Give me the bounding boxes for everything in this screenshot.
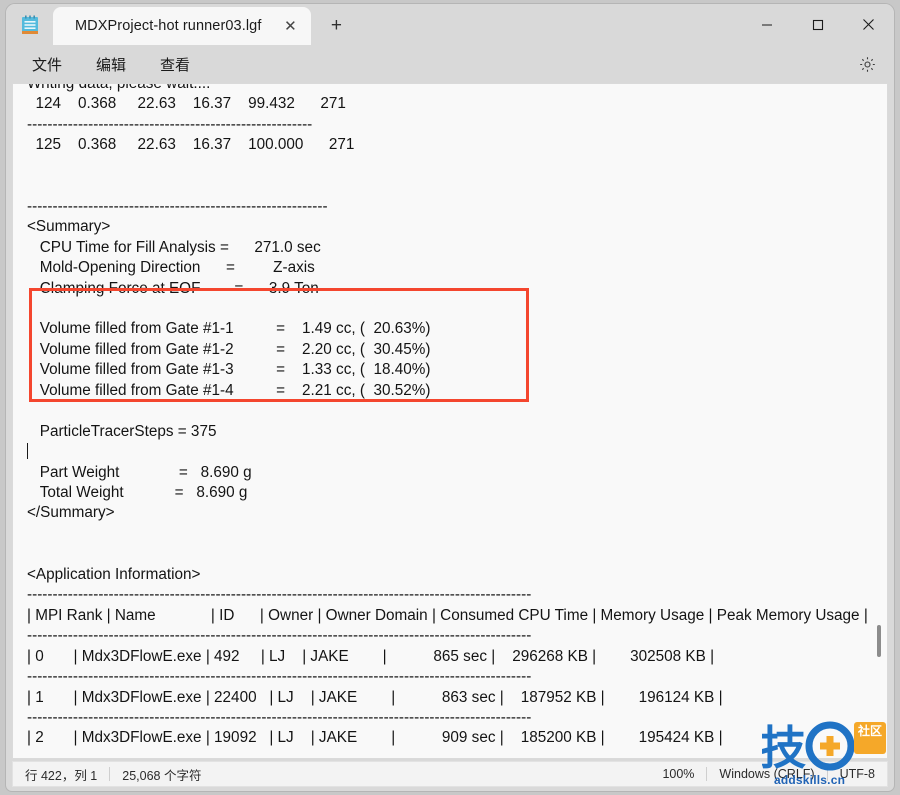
minimize-button[interactable] (741, 4, 792, 45)
notepad-window: MDXProject-hot runner03.lgf ✕ + 文件 编辑 查看 (6, 4, 894, 791)
text-editor-area[interactable]: Writing data, please wait.... 124 0.368 … (12, 83, 888, 759)
editor-line: ----------------------------------------… (27, 586, 532, 604)
menu-item-file[interactable]: 文件 (20, 50, 74, 79)
window-controls (741, 4, 894, 45)
status-bar: 行 422，列 1 25,068 个字符 100% Windows (CRLF)… (12, 761, 888, 787)
editor-line: Volume filled from Gate #1-2 = 2.20 cc, … (27, 340, 431, 358)
editor-line: | 2 | Mdx3DFlowE.exe | 19092 | LJ | JAKE… (27, 729, 723, 747)
menu-item-view[interactable]: 查看 (148, 50, 202, 79)
editor-line: ----------------------------------------… (27, 708, 532, 726)
close-icon[interactable]: ✕ (277, 13, 303, 39)
editor-line: Total Weight = 8.690 g (27, 484, 248, 501)
gear-icon[interactable] (850, 51, 884, 77)
editor-line: <Summary> (27, 218, 111, 236)
editor-line: ParticleTracerSteps = 375 (27, 422, 217, 440)
editor-line: Writing data, please wait.... (27, 83, 211, 92)
vertical-scrollbar[interactable] (872, 85, 886, 758)
tab-document[interactable]: MDXProject-hot runner03.lgf ✕ (53, 7, 312, 45)
editor-line: </Summary> (27, 504, 115, 522)
maximize-button[interactable] (792, 4, 843, 45)
editor-line: ----------------------------------------… (27, 668, 532, 686)
editor-line: Volume filled from Gate #1-4 = 2.21 cc, … (27, 381, 431, 399)
editor-line: | MPI Rank | Name | ID | Owner | Owner D… (27, 606, 868, 624)
status-right-group: 100% Windows (CRLF) UTF-8 (650, 767, 887, 781)
close-button[interactable] (843, 4, 894, 45)
editor-line: Clamping Force at EOF = 3.9 Ton (27, 279, 319, 297)
menu-bar: 文件 编辑 查看 (6, 45, 894, 83)
title-bar: MDXProject-hot runner03.lgf ✕ + (6, 4, 894, 45)
editor-line: ----------------------------------------… (27, 749, 532, 759)
editor-line: Part Weight = 8.690 g (27, 463, 252, 481)
tab-strip: MDXProject-hot runner03.lgf ✕ + (53, 7, 353, 45)
menu-item-edit[interactable]: 编辑 (84, 50, 138, 79)
editor-line: ----------------------------------------… (27, 197, 328, 215)
text-caret (27, 443, 28, 460)
zoom-level[interactable]: 100% (650, 767, 706, 781)
editor-line: CPU Time for Fill Analysis = 271.0 sec (27, 238, 321, 256)
editor-line: | 0 | Mdx3DFlowE.exe | 492 | LJ | JAKE |… (27, 647, 715, 665)
editor-line: <Application Information> (27, 565, 201, 583)
editor-line: Volume filled from Gate #1-3 = 1.33 cc, … (27, 361, 431, 379)
editor-line: ----------------------------------------… (27, 115, 313, 133)
editor-line: ----------------------------------------… (27, 627, 532, 645)
editor-line: Volume filled from Gate #1-1 = 1.49 cc, … (27, 320, 431, 338)
editor-line (27, 442, 873, 462)
scrollbar-thumb[interactable] (877, 625, 881, 657)
document-text[interactable]: Writing data, please wait.... 124 0.368 … (13, 83, 873, 759)
character-count: 25,068 个字符 (122, 768, 202, 783)
editor-line: 124 0.368 22.63 16.37 99.432 271 (27, 95, 346, 113)
tab-title: MDXProject-hot runner03.lgf (75, 18, 262, 34)
encoding[interactable]: UTF-8 (828, 767, 887, 781)
editor-line: Mold-Opening Direction = Z-axis (27, 259, 315, 277)
line-ending[interactable]: Windows (CRLF) (707, 767, 826, 781)
editor-line: 125 0.368 22.63 16.37 100.000 271 (27, 136, 355, 154)
cursor-position: 行 422，列 1 (25, 768, 98, 783)
new-tab-button[interactable]: + (319, 11, 353, 41)
editor-line: | 1 | Mdx3DFlowE.exe | 22400 | LJ | JAKE… (27, 688, 723, 706)
notepad-icon (20, 15, 40, 36)
